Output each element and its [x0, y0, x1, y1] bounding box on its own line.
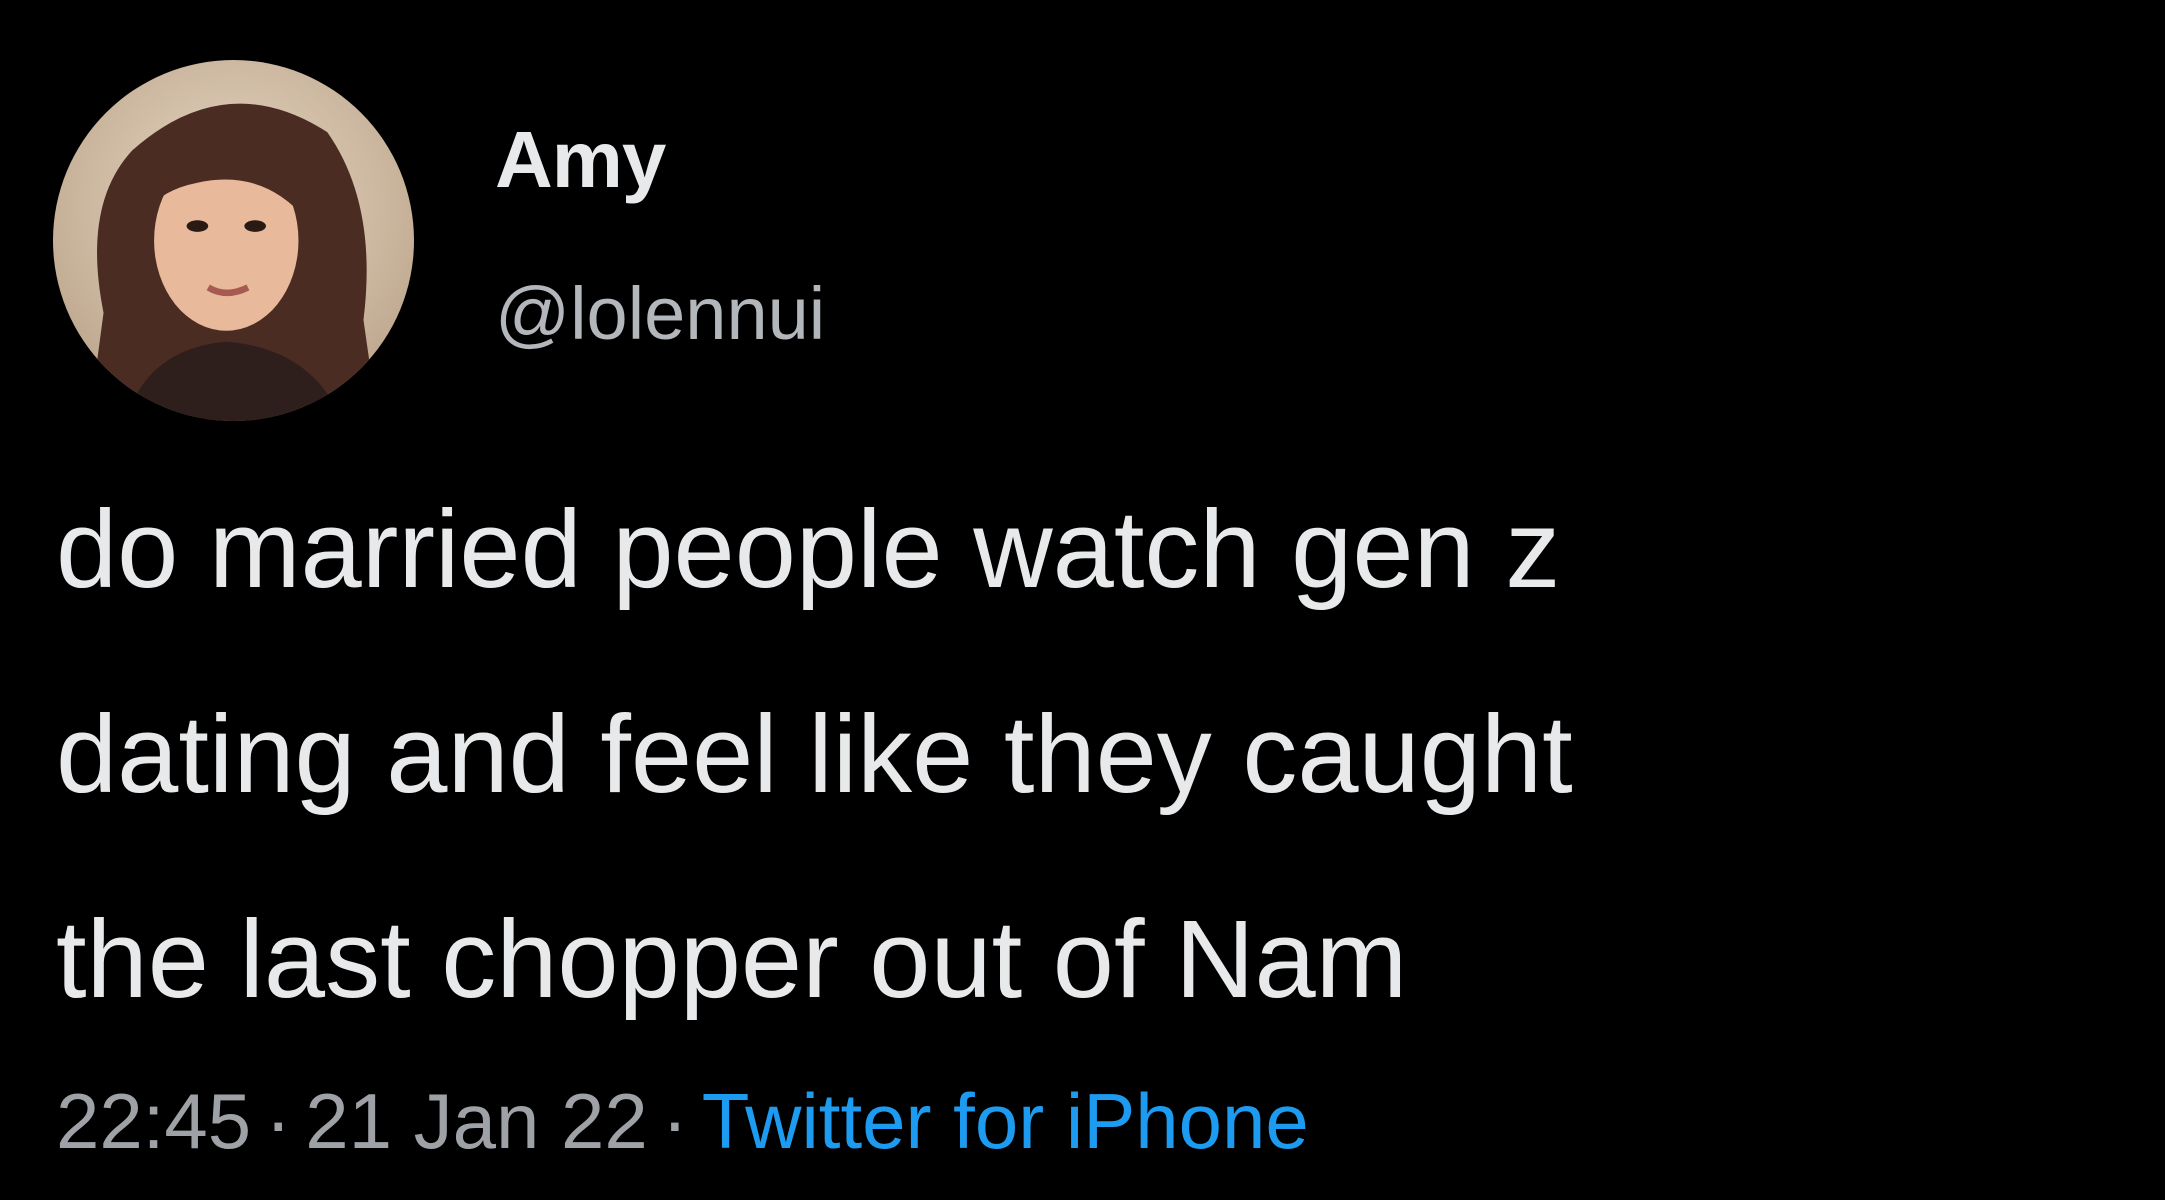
tweet-date[interactable]: 21 Jan 22	[305, 1077, 648, 1165]
separator-dot: ·	[265, 1077, 292, 1165]
avatar[interactable]	[53, 60, 414, 421]
author-handle[interactable]: @lolennui	[495, 277, 825, 351]
separator-dot: ·	[661, 1077, 688, 1165]
tweet-time[interactable]: 22:45	[56, 1077, 251, 1165]
author-display-name[interactable]: Amy	[495, 120, 666, 200]
tweet-metadata: 22:45 · 21 Jan 22 · Twitter for iPhone	[56, 1082, 1309, 1160]
tweet-text: do married people watch gen z dating and…	[56, 495, 2136, 1110]
tweet-source-link[interactable]: Twitter for iPhone	[702, 1077, 1309, 1165]
tweet-text-line: do married people watch gen z	[56, 488, 1561, 611]
tweet-text-line: dating and feel like they caught	[56, 693, 1573, 816]
avatar-photo-icon	[53, 60, 414, 421]
